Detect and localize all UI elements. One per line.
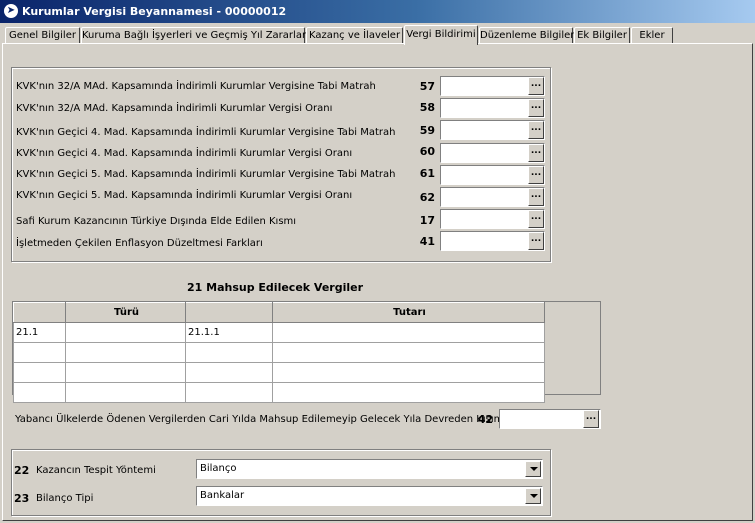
- tespit-label: Kazancın Tespit Yöntemi: [36, 465, 156, 476]
- title-bar: ➤ Kurumlar Vergisi Beyannamesi - 0000001…: [0, 0, 755, 23]
- tab-ekler[interactable]: Ekler: [631, 27, 673, 44]
- grid-cell[interactable]: 21.1: [13, 322, 66, 343]
- row-label: İşletmeden Çekilen Enflasyon Düzeltmesi …: [16, 238, 263, 249]
- mahsup-title: 21 Mahsup Edilecek Vergiler: [187, 281, 364, 294]
- row-code: 58: [419, 101, 435, 114]
- table-row: [13, 362, 545, 383]
- window-title: Kurumlar Vergisi Beyannamesi - 00000012: [22, 5, 287, 18]
- tespit-select[interactable]: Bilanço: [196, 459, 543, 479]
- grid-cell[interactable]: [65, 382, 186, 403]
- app-icon: ➤: [4, 4, 18, 18]
- grid-cell[interactable]: [272, 362, 545, 383]
- row-label: KVK'nın Geçici 4. Mad. Kapsamında İndiri…: [16, 148, 353, 159]
- lookup-button[interactable]: ...: [528, 232, 544, 250]
- row-label: KVK'nın 32/A MAd. Kapsamında İndirimli K…: [16, 103, 333, 114]
- lookup-button[interactable]: ...: [528, 166, 544, 184]
- grid-cell[interactable]: [272, 322, 545, 343]
- tab-kazanc-ve-ilaveler[interactable]: Kazanç ve İlaveler: [306, 27, 403, 44]
- row-label: KVK'nın 32/A MAd. Kapsamında İndirimli K…: [16, 81, 376, 92]
- row-code: 17: [419, 214, 435, 227]
- grid-cell[interactable]: 21.1.1: [185, 322, 273, 343]
- grid-header-blank: [185, 302, 273, 323]
- table-row: 21.1 21.1.1: [13, 322, 545, 343]
- grid-header-turu: Türü: [65, 302, 186, 323]
- grid-cell[interactable]: [65, 342, 186, 363]
- row-label: KVK'nın Geçici 4. Mad. Kapsamında İndiri…: [16, 127, 396, 138]
- grid-cell[interactable]: [272, 342, 545, 363]
- grid-cell[interactable]: [13, 342, 66, 363]
- tespit-value: Bilanço: [200, 463, 237, 474]
- table-row: [13, 342, 545, 363]
- row-code: 59: [419, 124, 435, 137]
- lookup-button[interactable]: ...: [528, 210, 544, 228]
- tab-duzenleme-bilgileri[interactable]: Düzenleme Bilgileri: [479, 27, 577, 44]
- tab-ek-bilgiler[interactable]: Ek Bilgiler: [574, 27, 630, 44]
- devreden-label: Yabancı Ülkelerde Ödenen Vergilerden Car…: [15, 414, 504, 425]
- bilanco-value: Bankalar: [200, 490, 245, 501]
- grid-cell[interactable]: [272, 382, 545, 403]
- lookup-button[interactable]: ...: [583, 410, 599, 428]
- tab-vergi-bildirimi[interactable]: Vergi Bildirimi: [404, 25, 478, 45]
- bilanco-label: Bilanço Tipi: [36, 493, 94, 504]
- lookup-button[interactable]: ...: [528, 99, 544, 117]
- grid-cell[interactable]: [65, 362, 186, 383]
- tab-bar: Genel Bilgiler Kuruma Bağlı İşyerleri ve…: [5, 25, 750, 45]
- grid-cell[interactable]: [185, 382, 273, 403]
- grid-header-tutari: Tutarı: [272, 302, 545, 323]
- tespit-code: 22: [14, 464, 30, 477]
- row-code: 57: [419, 80, 435, 93]
- row-label: KVK'nın Geçici 5. Mad. Kapsamında İndiri…: [16, 169, 396, 180]
- lookup-button[interactable]: ...: [528, 144, 544, 162]
- grid-cell[interactable]: [185, 342, 273, 363]
- table-row: [13, 382, 545, 403]
- devreden-code: 42: [477, 413, 493, 426]
- lookup-button[interactable]: ...: [528, 188, 544, 206]
- row-code: 61: [419, 167, 435, 180]
- grid-cell[interactable]: [13, 382, 66, 403]
- grid-header-blank: [13, 302, 66, 323]
- lookup-button[interactable]: ...: [528, 121, 544, 139]
- grid-cell[interactable]: [65, 322, 186, 343]
- row-code: 62: [419, 191, 435, 204]
- bilanco-code: 23: [14, 492, 30, 505]
- tab-kuruma-bagli-isyerleri[interactable]: Kuruma Bağlı İşyerleri ve Geçmiş Yıl Zar…: [81, 27, 309, 44]
- tab-genel-bilgiler[interactable]: Genel Bilgiler: [5, 27, 80, 44]
- bilanco-select[interactable]: Bankalar: [196, 486, 543, 506]
- chevron-down-icon[interactable]: [525, 461, 541, 477]
- row-code: 41: [419, 235, 435, 248]
- row-label: KVK'nın Geçici 5. Mad. Kapsamında İndiri…: [16, 190, 353, 201]
- mahsup-grid: Türü Tutarı 21.1 21.1.1: [12, 301, 601, 403]
- grid-cell[interactable]: [13, 362, 66, 383]
- row-label: Safi Kurum Kazancının Türkiye Dışında El…: [16, 216, 297, 227]
- grid-cell[interactable]: [185, 362, 273, 383]
- lookup-button[interactable]: ...: [528, 77, 544, 95]
- chevron-down-icon[interactable]: [525, 488, 541, 504]
- row-code: 60: [419, 145, 435, 158]
